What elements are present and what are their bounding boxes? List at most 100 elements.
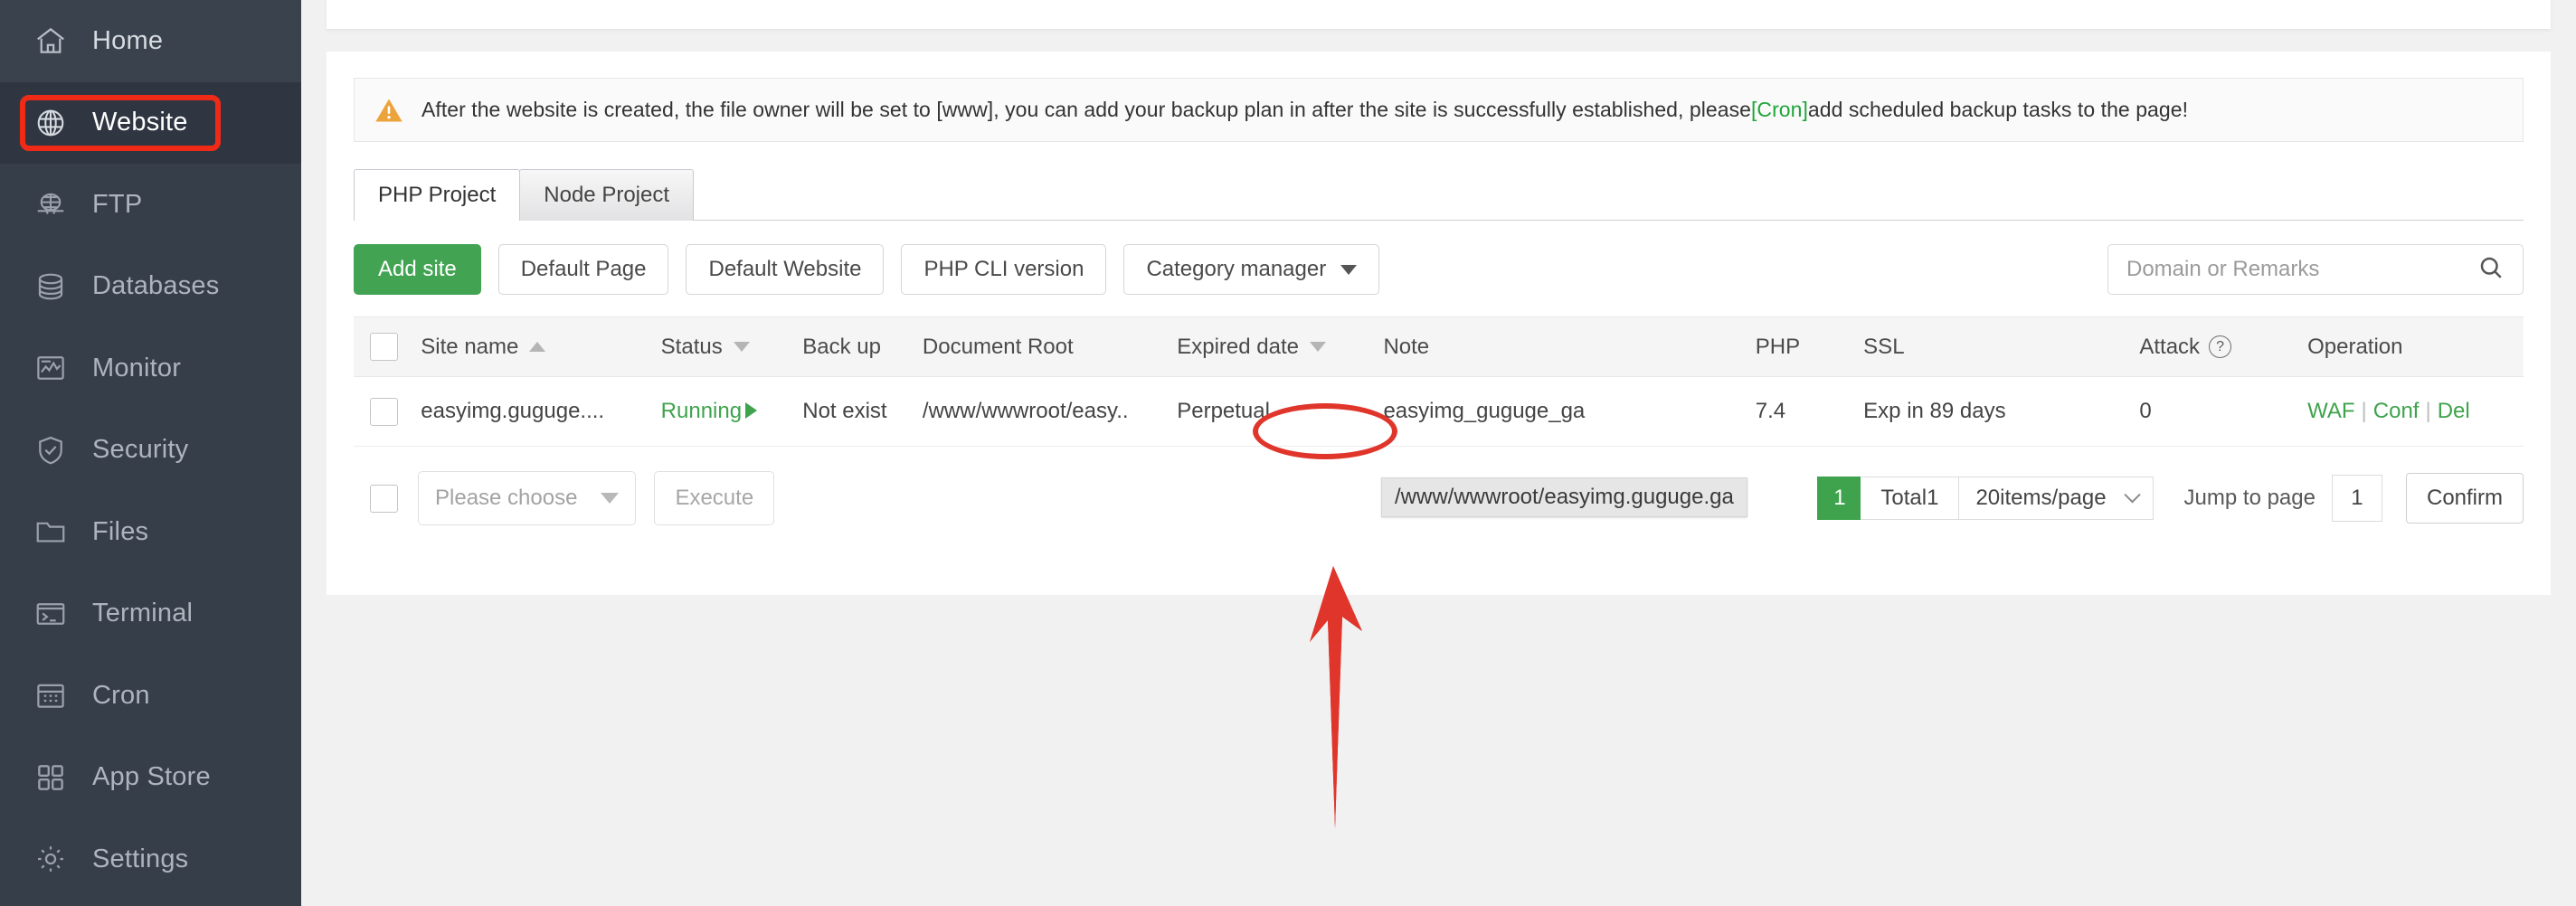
sidebar-item-security[interactable]: Security xyxy=(0,410,301,492)
sidebar-item-label: Databases xyxy=(92,271,219,301)
th-status[interactable]: Status xyxy=(661,317,803,377)
sidebar-item-files[interactable]: Files xyxy=(0,491,301,573)
sidebar-item-label: Cron xyxy=(92,681,150,711)
search-icon[interactable] xyxy=(2477,254,2505,286)
cell-ssl[interactable]: Exp in 89 days xyxy=(1863,377,2139,447)
sidebar-item-app-store[interactable]: App Store xyxy=(0,737,301,819)
th-label: Back up xyxy=(802,335,881,360)
status-text: Running xyxy=(661,399,742,423)
cell-expired-date[interactable]: Perpetual xyxy=(1177,377,1383,447)
document-root-tooltip: /www/wwwroot/easyimg.guguge.ga xyxy=(1381,477,1747,517)
sidebar-item-settings[interactable]: Settings xyxy=(0,818,301,901)
sidebar-item-terminal[interactable]: Terminal xyxy=(0,573,301,656)
sidebar-item-label: Files xyxy=(92,517,148,547)
cell-document-root[interactable]: /www/wwwroot/easy.. xyxy=(923,377,1177,447)
sort-desc-icon[interactable] xyxy=(1310,342,1326,352)
warning-banner: After the website is created, the file o… xyxy=(354,78,2524,142)
default-website-button[interactable]: Default Website xyxy=(686,244,884,295)
ftp-globe-icon xyxy=(33,186,69,222)
top-card-partial xyxy=(327,0,2551,29)
globe-icon xyxy=(33,105,69,141)
warning-text: After the website is created, the file o… xyxy=(421,98,2188,122)
sidebar-item-ftp[interactable]: FTP xyxy=(0,164,301,246)
sort-desc-icon[interactable] xyxy=(734,342,750,352)
grid-apps-icon xyxy=(33,760,69,796)
execute-button[interactable]: Execute xyxy=(654,471,774,525)
th-label: Site name xyxy=(421,335,518,360)
add-site-label: Add site xyxy=(378,257,457,282)
th-site-name[interactable]: Site name xyxy=(421,317,660,377)
th-label: PHP xyxy=(1756,335,1800,360)
th-attack: Attack ? xyxy=(2139,317,2307,377)
total-count-label: Total1 xyxy=(1861,477,1958,520)
php-cli-version-button[interactable]: PHP CLI version xyxy=(901,244,1106,295)
sidebar-item-label: Monitor xyxy=(92,354,181,383)
footer-select-all-checkbox[interactable] xyxy=(370,485,398,513)
row-checkbox[interactable] xyxy=(370,398,398,426)
th-select-all[interactable] xyxy=(354,317,421,377)
app-root: Home Website FTP xyxy=(0,0,2576,906)
conf-link[interactable]: Conf xyxy=(2373,399,2420,423)
table-header-row: Site name Status xyxy=(354,317,2524,377)
bulk-action-select[interactable]: Please choose xyxy=(418,471,636,525)
monitor-chart-icon xyxy=(33,350,69,386)
search-input[interactable] xyxy=(2126,257,2477,282)
sidebar-item-website[interactable]: Website xyxy=(0,82,301,165)
page-1-button[interactable]: 1 xyxy=(1817,477,1861,520)
sidebar-item-label: Website xyxy=(92,108,188,137)
cell-operation: WAF|Conf|Del xyxy=(2307,377,2524,447)
cell-note[interactable]: easyimg_guguge_ga xyxy=(1383,377,1755,447)
project-type-tabs: PHP Project Node Project xyxy=(354,169,2524,221)
th-label: Operation xyxy=(2307,335,2402,360)
th-expired-date[interactable]: Expired date xyxy=(1177,317,1383,377)
sidebar-item-cron[interactable]: Cron xyxy=(0,655,301,737)
bulk-action-placeholder: Please choose xyxy=(435,486,577,511)
cell-php[interactable]: 7.4 xyxy=(1756,377,1863,447)
th-ssl: SSL xyxy=(1863,317,2139,377)
cron-link[interactable]: [Cron] xyxy=(1751,98,1808,121)
php-cli-version-label: PHP CLI version xyxy=(923,257,1084,282)
th-backup: Back up xyxy=(802,317,923,377)
select-all-checkbox[interactable] xyxy=(370,333,398,361)
default-page-button[interactable]: Default Page xyxy=(498,244,669,295)
jump-page-input[interactable]: 1 xyxy=(2332,475,2382,522)
page-size-select[interactable]: 20items/page xyxy=(1958,477,2153,520)
add-site-button[interactable]: Add site xyxy=(354,244,481,295)
confirm-button[interactable]: Confirm xyxy=(2406,473,2524,524)
jump-to-page-label: Jump to page xyxy=(2184,486,2316,511)
default-page-label: Default Page xyxy=(521,257,647,282)
pagination: 1 Total1 20items/page Jump to page 1 Con… xyxy=(1817,470,2524,526)
op-separator: | xyxy=(2355,399,2373,423)
chevron-down-icon xyxy=(2124,486,2140,503)
cell-backup[interactable]: Not exist xyxy=(802,377,923,447)
cell-attack[interactable]: 0 xyxy=(2139,377,2307,447)
chevron-down-icon xyxy=(1340,265,1357,275)
cell-status[interactable]: Running xyxy=(661,377,803,447)
sidebar-item-databases[interactable]: Databases xyxy=(0,246,301,328)
th-label: Note xyxy=(1383,335,1429,360)
th-label: SSL xyxy=(1863,335,1904,360)
waf-link[interactable]: WAF xyxy=(2307,399,2354,423)
tab-node-project[interactable]: Node Project xyxy=(519,169,694,221)
tab-php-project[interactable]: PHP Project xyxy=(354,169,520,221)
sort-asc-icon[interactable] xyxy=(529,342,545,352)
tab-label: Node Project xyxy=(544,183,669,208)
calendar-icon xyxy=(33,677,69,713)
search-box[interactable] xyxy=(2107,244,2524,295)
play-triangle-icon xyxy=(745,402,757,419)
folder-icon xyxy=(33,514,69,550)
del-link[interactable]: Del xyxy=(2438,399,2470,423)
toolbar: Add site Default Page Default Website PH… xyxy=(354,244,2524,295)
sidebar-item-label: Home xyxy=(92,26,163,56)
th-label: Status xyxy=(661,335,723,360)
sidebar-item-label: Security xyxy=(92,435,188,465)
help-icon[interactable]: ? xyxy=(2209,335,2231,358)
sidebar-item-home[interactable]: Home xyxy=(0,0,301,82)
cell-site-name[interactable]: easyimg.guguge.... xyxy=(421,377,660,447)
category-manager-dropdown[interactable]: Category manager xyxy=(1123,244,1379,295)
table-body: easyimg.guguge.... Running Not exist /ww… xyxy=(354,377,2524,447)
cell-select[interactable] xyxy=(354,377,421,447)
table-header: Site name Status xyxy=(354,317,2524,377)
sidebar-item-monitor[interactable]: Monitor xyxy=(0,327,301,410)
th-note: Note xyxy=(1383,317,1755,377)
